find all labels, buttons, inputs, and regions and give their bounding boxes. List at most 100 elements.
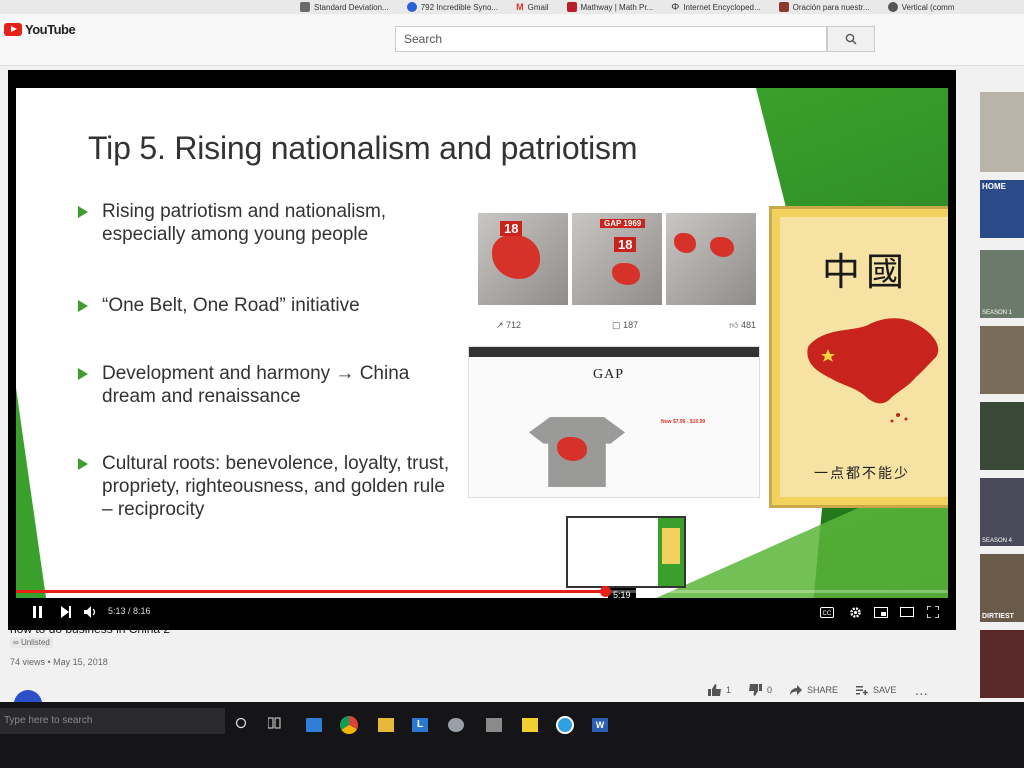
bookmark-gmail[interactable]: M Gmail (516, 2, 548, 12)
gap-website-screenshot: GAP Now $7.99 - $10.99 (468, 346, 760, 498)
youtube-logo[interactable]: YouTube (4, 22, 76, 37)
app-icon[interactable] (448, 718, 464, 732)
pause-icon (33, 606, 42, 618)
fullscreen-icon (927, 606, 939, 618)
slide-title: Tip 5. Rising nationalism and patriotism (88, 130, 638, 166)
more-icon: … (914, 682, 930, 698)
progress-fill (16, 590, 606, 593)
recommended-thumbnail[interactable] (980, 630, 1024, 698)
progress-bar[interactable] (16, 586, 948, 597)
video-meta: 74 views • May 15, 2018 (10, 657, 108, 667)
china-map-print (612, 263, 640, 285)
recommended-thumbnail[interactable]: SEASON 4 (980, 478, 1024, 546)
file-explorer-icon[interactable] (378, 718, 394, 732)
playlist-add-icon (856, 686, 868, 695)
search-input[interactable]: Search (395, 26, 827, 52)
video-player[interactable]: Tip 5. Rising nationalism and patriotism… (8, 70, 956, 630)
recommended-sidebar: HOME SEASON 1 SEASON 4 DIRTIEST (968, 92, 1024, 732)
shirt-number: 18 (500, 221, 523, 236)
recommended-thumbnail[interactable]: HOME (980, 180, 1024, 238)
bullet-arrow-icon (78, 206, 88, 218)
bullet-arrow-icon (78, 458, 88, 470)
thumbs-up-icon (708, 684, 721, 696)
recommended-thumbnail[interactable] (980, 402, 1024, 470)
screen: Standard Deviation... 792 Incredible Syn… (0, 0, 1024, 768)
share-count: ↗ 712 (496, 320, 522, 330)
bookmark-mathway[interactable]: Mathway | Math Pr... (566, 2, 653, 12)
video-title: how to do business in China 2 (10, 622, 171, 636)
bookmark-standard-deviation[interactable]: Standard Deviation... (300, 2, 389, 12)
slide-bullet: Development and harmony → China dream an… (78, 362, 458, 408)
bookmark-oracion[interactable]: Oración para nuestr... (778, 2, 870, 12)
recommended-thumbnail[interactable] (980, 326, 1024, 394)
dislike-button[interactable]: 0 (749, 684, 772, 696)
slide-bullet: Rising patriotism and nationalism, espec… (78, 200, 458, 246)
chrome-icon[interactable] (340, 716, 358, 734)
poster-caption: 一点都不能少 (814, 466, 910, 482)
sticky-notes-icon[interactable] (522, 718, 538, 732)
bookmark-encyclopedia[interactable]: Φ Internet Encycloped... (671, 2, 760, 13)
app-l-icon[interactable]: L (412, 718, 428, 732)
save-button[interactable]: SAVE (856, 685, 896, 695)
shirt-label: GAP 1969 (600, 219, 646, 228)
gap-logo: GAP (593, 367, 625, 382)
settings-button[interactable] (846, 602, 864, 622)
encyclopedia-icon: Φ (671, 1, 680, 13)
fullscreen-button[interactable] (924, 602, 942, 622)
china-poster: 中國 一点都不能少 (769, 206, 948, 508)
bookmark-icon (778, 2, 789, 12)
bookmark-vertical[interactable]: Vertical (comm (887, 2, 955, 12)
video-actions: 1 0 SHARE SAVE … (708, 682, 929, 698)
pause-button[interactable] (30, 602, 46, 622)
word-icon[interactable]: W (592, 718, 608, 732)
poster-inner: 中國 一点都不能少 (780, 217, 948, 497)
taskbar-search-input[interactable]: Type here to search (0, 708, 225, 734)
calculator-icon[interactable] (486, 718, 502, 732)
youtube-header: YouTube Search (0, 14, 1024, 66)
circle-icon (235, 717, 247, 729)
gmail-icon: M (516, 2, 524, 12)
recommended-thumbnail[interactable]: SEASON 1 (980, 250, 1024, 318)
like-count: 👍︎ 481 (729, 320, 756, 330)
next-button[interactable] (58, 602, 74, 622)
poster-title: 中國 (822, 250, 911, 294)
svg-text:CC: CC (823, 611, 832, 617)
search-button[interactable] (827, 26, 875, 52)
bookmark-icon (566, 2, 577, 12)
app-icon[interactable] (556, 716, 574, 734)
share-button[interactable]: SHARE (790, 685, 838, 695)
china-map-print (710, 237, 734, 257)
recommended-thumbnail[interactable]: DIRTIEST (980, 554, 1024, 622)
comment-count: ▢ 187 (612, 320, 639, 330)
cortana-button[interactable] (235, 716, 251, 730)
captions-icon: CC (820, 606, 834, 618)
miniplayer-button[interactable] (872, 602, 890, 622)
next-icon (60, 606, 71, 618)
task-view-button[interactable] (267, 716, 284, 730)
time-display: 5:13 / 8:16 (108, 606, 151, 616)
scrubber-handle[interactable] (600, 586, 612, 597)
like-button[interactable]: 1 (708, 684, 731, 696)
browser-bar (469, 347, 759, 357)
bookmarks-bar: Standard Deviation... 792 Incredible Syn… (0, 0, 1024, 14)
gap-price: Now $7.99 - $10.99 (661, 419, 706, 425)
globe-icon (887, 2, 898, 12)
miniplayer-icon (874, 606, 888, 618)
tshirt-photo: GAP 1969 18 (572, 213, 662, 305)
share-icon (790, 685, 803, 695)
captions-button[interactable]: CC (818, 602, 836, 622)
bullet-arrow-icon (78, 300, 88, 312)
mail-icon[interactable] (306, 718, 322, 732)
volume-button[interactable] (82, 602, 100, 622)
link-icon: ∞ (13, 638, 21, 647)
theater-mode-button[interactable] (898, 602, 916, 622)
unlisted-badge: ∞ Unlisted (10, 637, 53, 648)
china-map-print (674, 233, 696, 253)
bullet-arrow-icon (78, 368, 88, 380)
more-actions-button[interactable]: … (914, 682, 929, 698)
slide-bullet: Cultural roots: benevolence, loyalty, tr… (78, 452, 458, 521)
bookmark-synonyms[interactable]: 792 Incredible Syno... (406, 2, 498, 12)
recommended-thumbnail[interactable] (980, 92, 1024, 172)
tshirt-photo (666, 213, 756, 305)
shirt-number: 18 (614, 237, 637, 252)
